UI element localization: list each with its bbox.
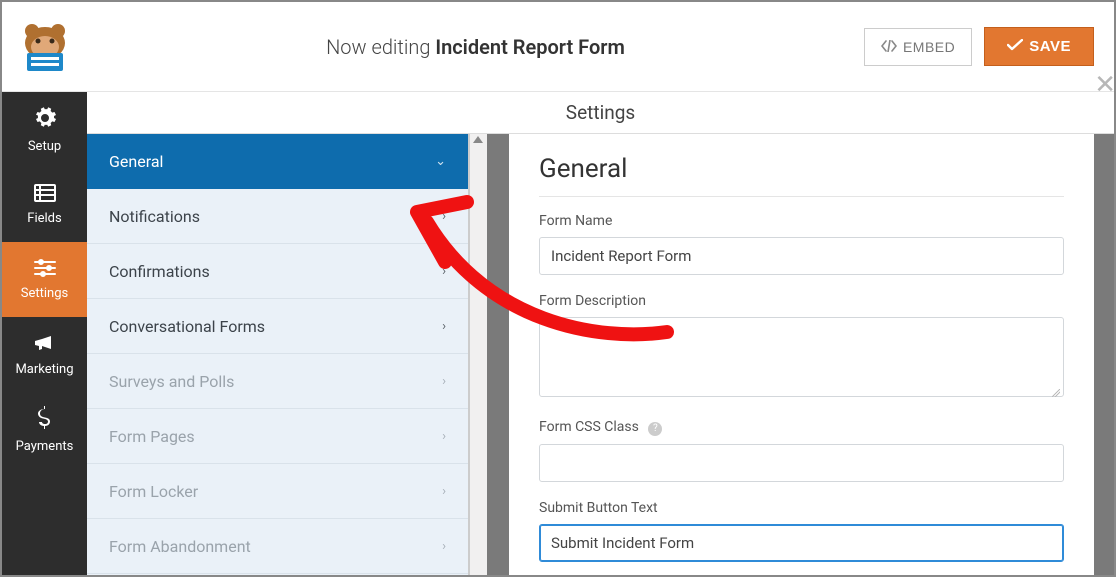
form-card: General Form Name Form Description Fo [509, 134, 1094, 575]
form-css-label-text: Form CSS Class [539, 419, 639, 435]
rail-item-marketing[interactable]: Marketing [2, 317, 87, 392]
app-logo [2, 2, 87, 92]
panel-row-notifications[interactable]: Notifications › [87, 189, 468, 244]
chevron-down-icon: ⌄ [435, 154, 446, 169]
panel-row-conversational-forms[interactable]: Conversational Forms › [87, 299, 468, 354]
panel-row-label: Notifications [109, 207, 200, 226]
form-name-label: Form Name [539, 213, 1064, 229]
chevron-right-icon: › [442, 209, 446, 224]
chevron-right-icon: › [442, 484, 446, 499]
bullhorn-icon [33, 333, 57, 358]
dollar-icon [37, 406, 53, 435]
gear-icon [33, 106, 57, 135]
form-css-label: Form CSS Class ? [539, 419, 1064, 436]
chevron-right-icon: › [442, 539, 446, 554]
chevron-right-icon: › [442, 374, 446, 389]
form-css-input[interactable] [539, 444, 1064, 482]
panel-row-form-abandonment[interactable]: Form Abandonment › [87, 519, 468, 574]
chevron-right-icon: › [442, 429, 446, 444]
panel-row-label: General [109, 152, 163, 171]
form-description-input[interactable] [539, 317, 1064, 397]
form-title-text: Incident Report Form [435, 35, 625, 59]
panel-row-confirmations[interactable]: Confirmations › [87, 244, 468, 299]
check-icon [1007, 38, 1023, 55]
code-icon [881, 39, 897, 55]
list-icon [34, 184, 56, 207]
embed-button[interactable]: EMBED [864, 28, 972, 66]
panel-row-label: Form Locker [109, 482, 198, 501]
settings-heading-text: Settings [566, 101, 635, 124]
rail-item-fields[interactable]: Fields [2, 167, 87, 242]
left-rail: Setup Fields Settings Marketing Payments [2, 92, 87, 575]
panel-row-surveys-polls[interactable]: Surveys and Polls › [87, 354, 468, 409]
sliders-icon [33, 259, 57, 282]
form-name-input[interactable] [539, 237, 1064, 275]
rail-label: Marketing [15, 362, 73, 377]
rail-label: Settings [21, 286, 68, 301]
top-bar: Now editing Incident Report Form EMBED S… [2, 2, 1114, 92]
save-button[interactable]: SAVE [984, 27, 1094, 66]
form-card-heading: General [539, 154, 1064, 197]
submit-text-input[interactable] [539, 524, 1064, 562]
panel-row-form-locker[interactable]: Form Locker › [87, 464, 468, 519]
chevron-right-icon: › [442, 264, 446, 279]
rail-item-payments[interactable]: Payments [2, 392, 87, 467]
chevron-right-icon: › [442, 319, 446, 334]
panel-scrollbar[interactable] [469, 134, 487, 575]
rail-item-setup[interactable]: Setup [2, 92, 87, 167]
now-editing-title: Now editing Incident Report Form [87, 35, 864, 59]
panel-row-label: Surveys and Polls [109, 372, 234, 391]
panel-row-label: Form Abandonment [109, 537, 251, 556]
panel-row-label: Form Pages [109, 427, 195, 446]
submit-text-label: Submit Button Text [539, 500, 1064, 516]
settings-heading: Settings [87, 92, 1114, 134]
help-icon[interactable]: ? [648, 422, 662, 436]
rail-item-settings[interactable]: Settings [2, 242, 87, 317]
panel-row-label: Conversational Forms [109, 317, 265, 336]
settings-panel: General ⌄ Notifications › Confirmations … [87, 134, 469, 575]
panel-row-form-pages[interactable]: Form Pages › [87, 409, 468, 464]
top-actions: EMBED SAVE [864, 27, 1094, 66]
form-description-label: Form Description [539, 293, 1064, 309]
rail-label: Setup [28, 139, 61, 154]
rail-label: Fields [27, 211, 61, 226]
now-editing-prefix: Now editing [326, 35, 435, 59]
embed-button-label: EMBED [903, 39, 955, 55]
mascot-icon [17, 19, 73, 75]
save-button-label: SAVE [1029, 38, 1071, 55]
panel-row-label: Confirmations [109, 262, 210, 281]
rail-label: Payments [16, 439, 74, 454]
panel-row-general[interactable]: General ⌄ [87, 134, 468, 189]
